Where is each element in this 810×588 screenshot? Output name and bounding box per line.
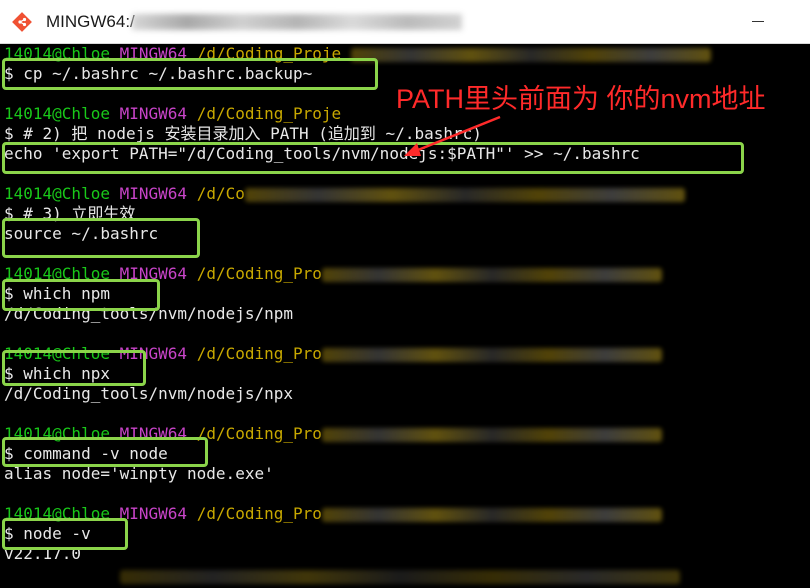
- highlight-box-backup: [2, 58, 378, 90]
- prompt-line: 14014@Chloe MINGW64 /d/Co: [4, 184, 685, 204]
- prompt-user: 14014@Chloe: [4, 184, 110, 203]
- annotation-label: PATH里头前面为 你的nvm地址: [396, 84, 766, 114]
- redacted-path: [321, 347, 662, 362]
- output-npx-path: /d/Coding_tools/nvm/nodejs/npx: [4, 384, 293, 403]
- redacted-path: [350, 47, 711, 62]
- prompt-path: /d/Coding_Pro: [196, 504, 322, 523]
- redacted-path: [244, 187, 685, 202]
- window-title: MINGW64:/: [46, 12, 135, 31]
- redacted-bottom: [120, 566, 680, 586]
- highlight-box-command-v: [2, 437, 208, 467]
- prompt-shell: MINGW64: [119, 504, 188, 523]
- prompt-shell: MINGW64: [119, 104, 188, 123]
- highlight-box-which-npx: [2, 350, 146, 386]
- window-titlebar: MINGW64:/: [0, 0, 810, 44]
- highlight-box-node-v: [2, 518, 128, 550]
- redacted-path: [321, 427, 662, 442]
- prompt-path: /d/Co: [196, 184, 245, 203]
- highlight-box-which-npm: [2, 279, 160, 311]
- redacted-path: [321, 267, 662, 282]
- redacted-title: [132, 14, 462, 30]
- redacted-text: [120, 569, 680, 584]
- comment-step-2: $ # 2) 把 nodejs 安装目录加入 PATH (追加到 ~/.bash…: [4, 124, 482, 143]
- git-bash-icon: [12, 12, 32, 32]
- highlight-box-source: [2, 218, 200, 258]
- minimize-button[interactable]: [752, 21, 764, 22]
- prompt-path: /d/Coding_Pro: [196, 344, 322, 363]
- redacted-path: [321, 507, 662, 522]
- prompt-path: /d/Coding_Pro: [196, 424, 322, 443]
- prompt-path: /d/Coding_Proje: [196, 104, 342, 123]
- prompt-shell: MINGW64: [119, 184, 188, 203]
- terminal-output[interactable]: 14014@Chloe MINGW64 /d/Coding_Proje $ cp…: [0, 44, 810, 588]
- prompt-user: 14014@Chloe: [4, 104, 110, 123]
- highlight-box-echo: [2, 142, 744, 174]
- prompt-path: /d/Coding_Pro: [196, 264, 322, 283]
- output-node-alias: alias node='winpty node.exe': [4, 464, 274, 483]
- prompt-line: 14014@Chloe MINGW64 /d/Coding_Proje: [4, 104, 341, 124]
